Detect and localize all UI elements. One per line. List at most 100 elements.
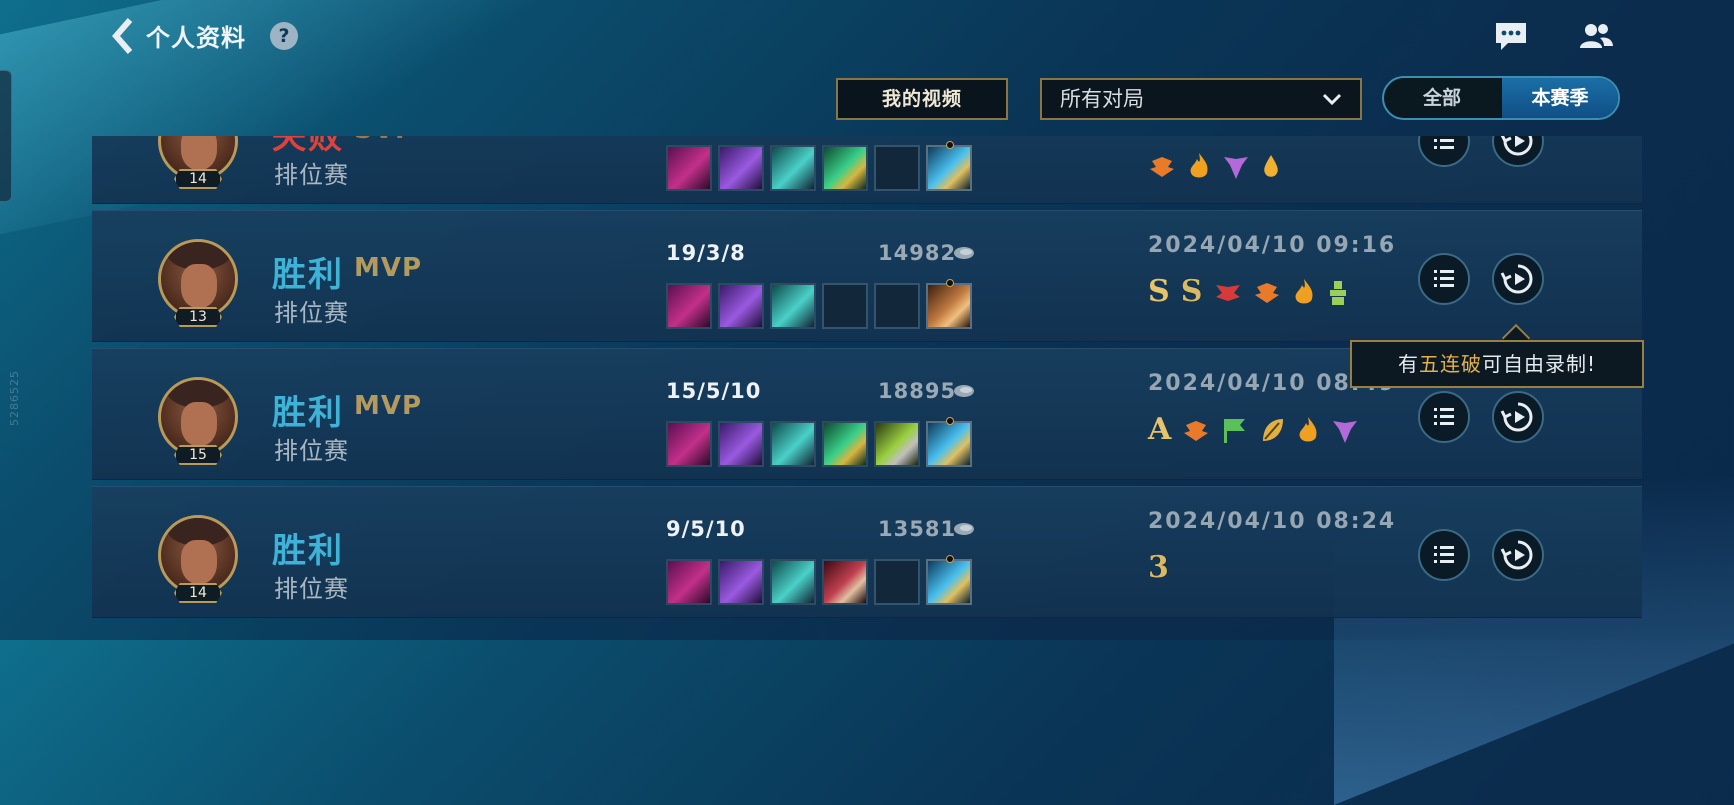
gold-earned: 14982 [878, 241, 957, 265]
replay-icon [1500, 264, 1533, 294]
orange-wings-icon [1150, 157, 1174, 177]
match-history-list[interactable]: 14 失败 SVP 排位赛 [92, 136, 1642, 640]
match-details-button[interactable] [1418, 253, 1470, 305]
recording-tooltip: 有五连破可自由录制! [1350, 340, 1644, 388]
replay-record-button[interactable] [1492, 391, 1544, 443]
champion-level: 15 [174, 445, 222, 465]
item-magenta-blade [666, 283, 712, 329]
gold-leaf-icon [1262, 419, 1283, 441]
item-slot-empty [874, 145, 920, 191]
gold-earned: 18895 [878, 379, 957, 403]
gold-coin-icon [954, 247, 974, 259]
grade-s-outlined-badge: S [1180, 274, 1203, 309]
list-icon [1434, 139, 1454, 149]
game-mode: 排位赛 [274, 575, 349, 603]
item-blue-gauntlet [926, 141, 972, 191]
match-row[interactable]: 13 胜利 MVP 排位赛 19/3/8 14982 2024/04/10 09… [92, 210, 1642, 342]
violet-wings-icon [1332, 421, 1357, 443]
orange-wings-icon [1254, 283, 1279, 303]
gold-earned: 13581 [878, 517, 957, 541]
item-magenta-blade [666, 145, 712, 191]
match-details-button[interactable] [1418, 136, 1470, 167]
match-result: 胜利 [272, 531, 344, 571]
triple-kill-badge: 3 [1148, 550, 1169, 585]
item-green-sword [822, 145, 868, 191]
mvp-tag: MVP [354, 253, 423, 283]
replay-record-button[interactable] [1492, 253, 1544, 305]
help-icon[interactable]: ? [270, 22, 298, 50]
item-slot-empty [822, 283, 868, 329]
replay-icon [1500, 540, 1533, 570]
achievement-badges: 3 [1148, 553, 1175, 587]
match-filter-select[interactable]: 所有对局 [1040, 78, 1362, 120]
replay-record-button[interactable] [1492, 136, 1544, 167]
match-result: 胜利 [272, 255, 344, 295]
achievement-badges: A [1148, 415, 1365, 449]
game-mode: 排位赛 [274, 299, 349, 327]
match-datetime: 2024/04/10 08:24 [1148, 509, 1397, 534]
item-violet-crest [718, 421, 764, 467]
item-magenta-blade [666, 421, 712, 467]
gold-coin-icon [954, 385, 974, 397]
match-details-button[interactable] [1418, 529, 1470, 581]
flame-icon [1190, 153, 1208, 178]
kda: 19/3/8 [666, 241, 746, 265]
replay-record-button[interactable] [1492, 529, 1544, 581]
game-mode: 排位赛 [274, 437, 349, 465]
match-row[interactable]: 14 胜利 排位赛 9/5/10 13581 2024/04/10 08:24 … [92, 486, 1642, 618]
my-videos-button[interactable]: 我的视频 [836, 78, 1008, 120]
champion-level: 14 [174, 169, 222, 189]
side-drawer-handle[interactable] [0, 70, 12, 202]
back-icon[interactable] [110, 16, 136, 56]
item-teal-cannon [770, 421, 816, 467]
page-title: 个人资料 [146, 24, 246, 52]
achievement-badges [1148, 151, 1287, 185]
grade-s-badge: S [1148, 274, 1170, 309]
tooltip-prefix: 有 [1397, 352, 1419, 376]
item-slot-empty [874, 559, 920, 605]
match-filter-value: 所有对局 [1060, 87, 1144, 111]
flame-icon [1299, 417, 1317, 442]
champion-level: 13 [174, 307, 222, 327]
replay-icon [1500, 136, 1533, 156]
game-mode: 排位赛 [274, 161, 349, 189]
item-violet-crest [718, 145, 764, 191]
tooltip-highlight: 五连破 [1418, 352, 1482, 376]
chat-icon[interactable] [1494, 20, 1528, 54]
violet-wings-icon [1224, 157, 1249, 179]
toggle-all[interactable]: 全部 [1384, 78, 1500, 118]
item-violet-crest [718, 283, 764, 329]
side-watermark: 5286525 [8, 370, 21, 426]
list-icon [1434, 408, 1454, 425]
achievement-badges: S S [1148, 277, 1355, 311]
item-teal-cannon [770, 145, 816, 191]
item-crimson-dagger [822, 559, 868, 605]
champion-level: 14 [174, 583, 222, 603]
green-totem-icon [1329, 281, 1346, 305]
match-details-button[interactable] [1418, 391, 1470, 443]
chevron-down-icon [1322, 93, 1342, 106]
item-blue-gauntlet [926, 417, 972, 467]
kda: 9/5/10 [666, 517, 746, 541]
list-icon [1434, 546, 1454, 563]
match-row[interactable]: 14 失败 SVP 排位赛 [92, 136, 1642, 204]
item-blue-gauntlet [926, 555, 972, 605]
gold-coin-icon [954, 523, 974, 535]
season-toggle: 全部 本赛季 [1382, 76, 1620, 120]
flame-icon [1295, 279, 1313, 304]
item-slot-empty [874, 283, 920, 329]
orange-wings-icon [1184, 421, 1209, 441]
match-result: 胜利 [272, 393, 344, 433]
red-wings-icon [1215, 285, 1240, 301]
mvp-tag: MVP [354, 391, 423, 421]
svp-tag: SVP [354, 136, 415, 145]
match-datetime: 2024/04/10 09:16 [1148, 233, 1397, 258]
tooltip-suffix: 可自由录制! [1481, 352, 1597, 376]
friends-icon[interactable] [1578, 20, 1614, 54]
gold-drop-icon [1264, 155, 1279, 177]
replay-icon [1500, 402, 1533, 432]
item-green-sword [822, 421, 868, 467]
item-teal-cannon [770, 559, 816, 605]
toggle-current-season[interactable]: 本赛季 [1502, 78, 1618, 118]
list-icon [1434, 270, 1454, 287]
